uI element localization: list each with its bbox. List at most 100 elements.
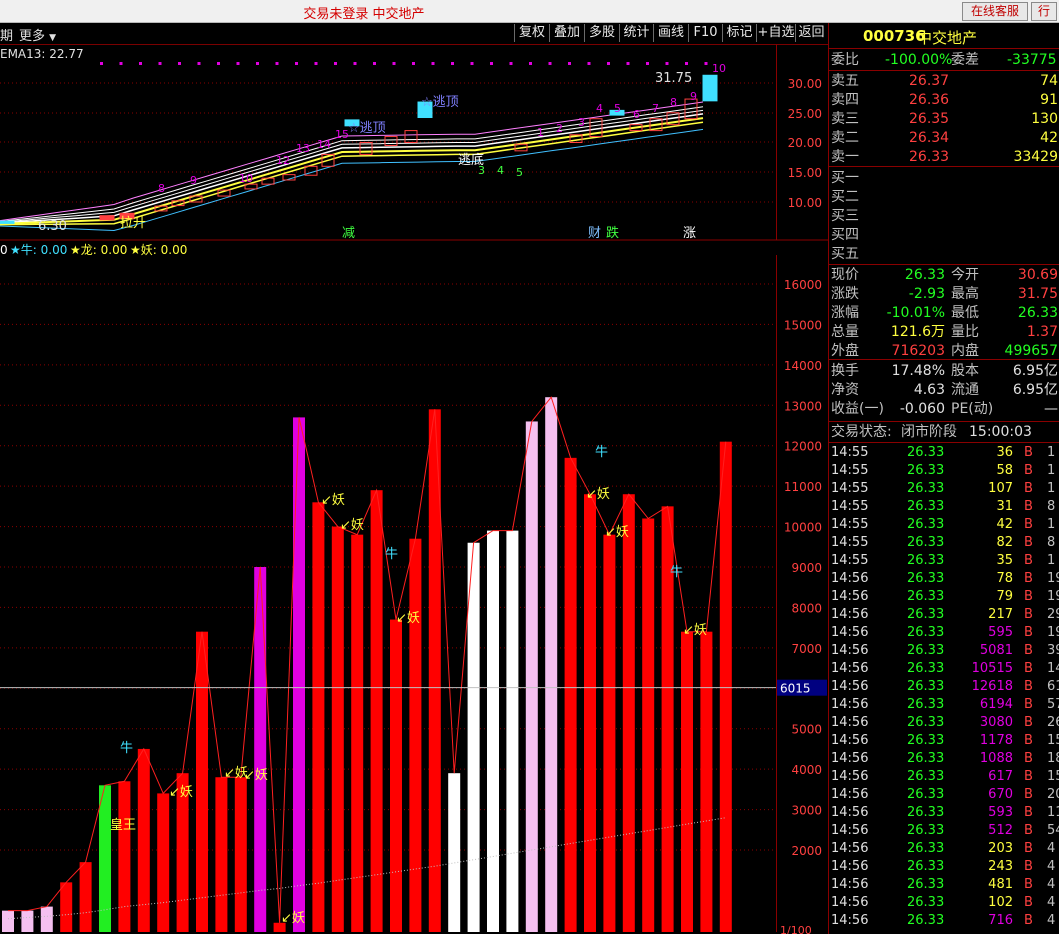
ma-line-4 — [0, 121, 704, 226]
volume-bar — [564, 457, 577, 932]
tick-time: 14:55 — [831, 463, 869, 478]
tick-price: 26.33 — [907, 895, 945, 910]
volume-tick-label: 10000 — [784, 521, 822, 535]
signal-dot — [373, 62, 376, 65]
count-label: 14 — [317, 138, 331, 151]
volume-bar — [467, 542, 480, 932]
volume-bar — [331, 526, 344, 932]
tick-count: 189 — [1047, 751, 1059, 766]
tick-bs: B — [1024, 625, 1033, 640]
volume-bar — [254, 567, 267, 932]
sell-row: 卖五 26.37 74 — [829, 72, 1059, 90]
online-service-button[interactable]: 在线客服 — [962, 2, 1028, 21]
volume-bar — [525, 421, 538, 932]
trade-button[interactable]: 行 — [1031, 2, 1057, 21]
tick-bs: B — [1024, 607, 1033, 622]
tick-time: 14:55 — [831, 535, 869, 550]
signal-dot — [665, 62, 669, 65]
tick-row: 14:56 26.33 217 B 29 — [829, 606, 1059, 624]
volume-bar — [40, 906, 53, 932]
sell-row: 卖二 26.34 42 — [829, 129, 1059, 147]
toolbar-btn-7[interactable]: +自选 — [756, 24, 795, 42]
buy-row: 买五 — [829, 245, 1059, 263]
escape-top-label: ☆逃顶 — [348, 121, 386, 136]
signal-dot — [470, 62, 474, 65]
finance-flag: 财 — [588, 226, 601, 241]
toolbar-btn-1[interactable]: 叠加 — [549, 24, 584, 42]
tick-time: 14:56 — [831, 733, 869, 748]
tick-row: 14:55 26.33 35 B 1 — [829, 552, 1059, 570]
period-menu[interactable]: 期 — [0, 25, 13, 44]
tick-count: 1 — [1047, 445, 1056, 460]
tick-row: 14:55 26.33 82 B 8 — [829, 534, 1059, 552]
tick-volume: 36 — [996, 445, 1013, 460]
price-tick-label: 30.00 — [788, 77, 822, 91]
tick-count: 158 — [1047, 733, 1059, 748]
volume-tick-label: 8000 — [791, 601, 822, 615]
signal-dot — [139, 62, 142, 65]
tick-price: 26.33 — [907, 823, 945, 838]
tick-price: 26.33 — [907, 643, 945, 658]
stock-chart[interactable]: 30.00 25.00 20.00 15.00 10.00 EMA13: 22.77 1 2 3… — [0, 44, 828, 934]
tick-time: 14:55 — [831, 517, 869, 532]
sell-row: 卖一 26.33 33429 — [829, 148, 1059, 166]
volume-panel: 0 ★牛: 0.00 ★龙: 0.00 ★妖: 0.00 16000 15000 14000… — [0, 242, 827, 934]
sell-volume: 74 — [1040, 73, 1058, 89]
tick-bs: B — [1024, 805, 1033, 820]
cursor-value: 6015 — [780, 682, 811, 696]
tick-bs: B — [1024, 913, 1033, 928]
toolbar-btn-6[interactable]: 标记 — [722, 24, 756, 42]
tick-price: 26.33 — [907, 463, 945, 478]
tick-volume: 5081 — [979, 643, 1013, 658]
volume-tick-label: 16000 — [784, 278, 822, 292]
toolbar-btn-0[interactable]: 复权 — [514, 24, 549, 42]
tick-count: 4 — [1047, 895, 1056, 910]
tick-count: 140 — [1047, 661, 1059, 676]
toolbar-btn-5[interactable]: F10 — [688, 24, 722, 42]
more-menu[interactable]: 更多 ▼ — [19, 25, 56, 44]
chevron-down-icon: ▼ — [49, 33, 57, 43]
stat-value: 1.37 — [1026, 324, 1058, 340]
yao-label: ↙妖 — [396, 611, 420, 626]
tick-price: 26.33 — [907, 733, 945, 748]
toolbar-btn-3[interactable]: 统计 — [619, 24, 653, 42]
volume-bar — [681, 631, 693, 932]
sell-volume: 130 — [1031, 111, 1058, 127]
tick-bs: B — [1024, 571, 1033, 586]
signal-dot — [334, 62, 337, 65]
bottom-scale: 1/100 — [780, 924, 812, 934]
tick-bs: B — [1024, 499, 1033, 514]
toolbar-btn-2[interactable]: 多股 — [584, 24, 619, 42]
signal-dot — [100, 62, 103, 65]
signal-dot — [568, 62, 571, 65]
tick-row: 14:56 26.33 243 B 4 — [829, 858, 1059, 876]
tick-time: 14:55 — [831, 499, 869, 514]
tick-price: 26.33 — [907, 859, 945, 874]
signal-dot — [451, 62, 454, 65]
tick-volume: 593 — [988, 805, 1013, 820]
tick-count: 4 — [1047, 877, 1056, 892]
tick-count: 54 — [1047, 823, 1059, 838]
king-label: 皇王 — [110, 818, 136, 833]
volume-bar — [622, 494, 635, 932]
candle-hollow — [384, 136, 398, 146]
tick-row: 14:56 26.33 6194 B 578 — [829, 696, 1059, 714]
tick-row: 14:56 26.33 10515 B 140 — [829, 660, 1059, 678]
niu-label: 牛 — [120, 741, 133, 756]
toolbar-btn-8[interactable]: 返回 — [795, 24, 827, 42]
tick-price: 26.33 — [907, 535, 945, 550]
volume-bar — [700, 631, 713, 932]
tick-price: 26.33 — [907, 589, 945, 604]
tick-count: 4 — [1047, 859, 1056, 874]
tick-price: 26.33 — [907, 751, 945, 766]
signal-dot — [607, 62, 610, 65]
tick-row: 14:56 26.33 1178 B 158 — [829, 732, 1059, 750]
chart-toolbar: 期 更多 ▼ 复权 叠加 多股 统计 画线 F10 标记 +自选 返回 — [0, 23, 828, 45]
candle-hollow — [404, 130, 418, 143]
tick-time: 14:56 — [831, 769, 869, 784]
tick-volume: 716 — [988, 913, 1013, 928]
signal-dot — [646, 62, 649, 65]
tick-row: 14:56 26.33 617 B 150 — [829, 768, 1059, 786]
toolbar-btn-4[interactable]: 画线 — [653, 24, 688, 42]
count-label: 4 — [497, 164, 504, 177]
